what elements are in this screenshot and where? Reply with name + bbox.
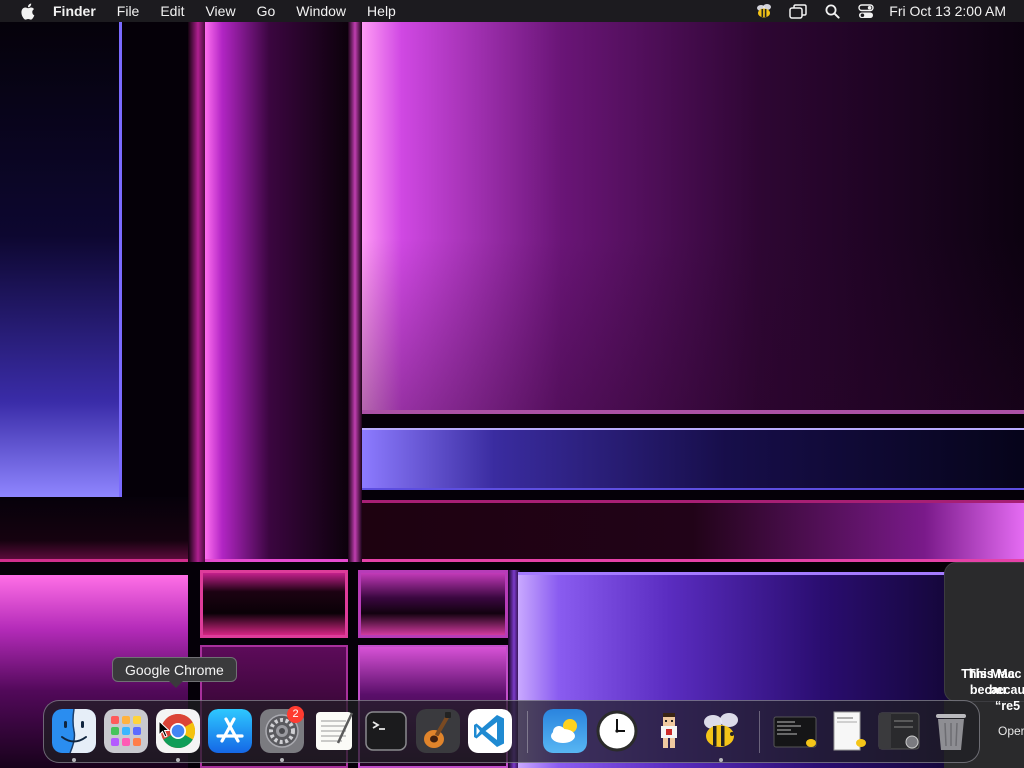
menu-clock[interactable]: Fri Oct 13 2:00 AM	[889, 0, 1006, 22]
dock	[43, 700, 980, 763]
app-store-icon	[208, 709, 252, 753]
dock-item-terminal[interactable]	[364, 709, 408, 753]
wallpaper-panel	[200, 570, 348, 638]
search-icon[interactable]	[821, 0, 843, 22]
wallpaper-panel	[348, 22, 362, 562]
garageband-icon	[416, 709, 460, 753]
wallpaper-panel	[0, 22, 122, 497]
dock-item-terminal-window[interactable]	[773, 709, 817, 753]
bee-app-icon	[704, 713, 738, 747]
launchpad-icon	[104, 709, 148, 753]
dock-item-bee[interactable]	[699, 709, 743, 753]
textedit-icon	[316, 712, 354, 750]
tooltip-arrow	[169, 681, 183, 688]
dock-item-textedit[interactable]	[312, 709, 356, 753]
menu-window[interactable]: Window	[296, 0, 346, 22]
weather-icon	[543, 709, 587, 753]
clock-icon	[596, 710, 638, 752]
settings-window-thumbnail-icon	[878, 712, 920, 750]
wallpaper-panel	[362, 428, 1024, 490]
trash-icon	[936, 714, 966, 750]
dock-item-garageband[interactable]	[416, 709, 460, 753]
wallpaper-panel	[0, 497, 190, 562]
dock-item-vscode[interactable]	[468, 709, 512, 753]
control-center-icon[interactable]	[855, 0, 877, 22]
dock-running-indicator	[72, 758, 76, 762]
dock-separator	[759, 711, 760, 753]
wallpaper-panel	[362, 500, 1024, 562]
vscode-icon	[468, 709, 512, 753]
wallpaper-panel-shade	[362, 22, 1024, 414]
menu-bar-right: Fri Oct 13 2:00 AM	[753, 0, 1024, 22]
dock-item-document-window[interactable]	[825, 709, 869, 753]
dock-item-settings-window[interactable]	[877, 709, 921, 753]
document-window-thumbnail-icon	[833, 711, 866, 751]
notification-banner[interactable]: This Mac becau “re5	[944, 562, 1024, 702]
dock-tooltip: Google Chrome	[112, 657, 237, 682]
notification-title-text: This Mac	[968, 667, 1022, 681]
pixel-character-icon	[661, 713, 677, 748]
desktop-wallpaper	[0, 0, 1024, 768]
wallpaper-panel	[205, 22, 348, 562]
finder-icon	[52, 709, 96, 753]
menu-edit[interactable]: Edit	[160, 0, 184, 22]
notification-body-text: becau	[989, 683, 1024, 697]
menu-bar: Finder File Edit View Go Window Help Fri…	[0, 0, 1024, 22]
menu-view[interactable]: View	[205, 0, 235, 22]
window-switcher-icon[interactable]	[787, 0, 809, 22]
wallpaper-panel	[358, 570, 508, 638]
menu-go[interactable]: Go	[257, 0, 276, 22]
menu-file[interactable]: File	[117, 0, 140, 22]
apple-logo-icon[interactable]	[18, 2, 36, 20]
terminal-window-thumbnail-icon	[773, 716, 817, 748]
dock-item-clock[interactable]	[595, 709, 639, 753]
dock-running-indicator	[719, 758, 723, 762]
dock-item-character[interactable]	[647, 709, 691, 753]
terminal-icon	[365, 711, 407, 751]
dock-running-indicator	[176, 758, 180, 762]
notification-open-button[interactable]: Oper	[998, 724, 1024, 738]
bee-icon[interactable]	[753, 0, 775, 22]
menu-app-name[interactable]: Finder	[53, 0, 96, 22]
dock-item-weather[interactable]	[543, 709, 587, 753]
dock-item-launchpad[interactable]	[104, 709, 148, 753]
dock-separator	[527, 711, 528, 753]
mouse-cursor-icon	[158, 719, 171, 743]
settings-badge: 2	[287, 706, 304, 723]
menu-help[interactable]: Help	[367, 0, 396, 22]
dock-item-trash[interactable]	[929, 709, 973, 753]
menu-bar-left: Finder File Edit View Go Window Help	[0, 0, 417, 22]
dock-item-finder[interactable]	[52, 709, 96, 753]
dock-item-app-store[interactable]	[208, 709, 252, 753]
dock-running-indicator	[280, 758, 284, 762]
notification-body-text: “re5	[995, 699, 1021, 713]
